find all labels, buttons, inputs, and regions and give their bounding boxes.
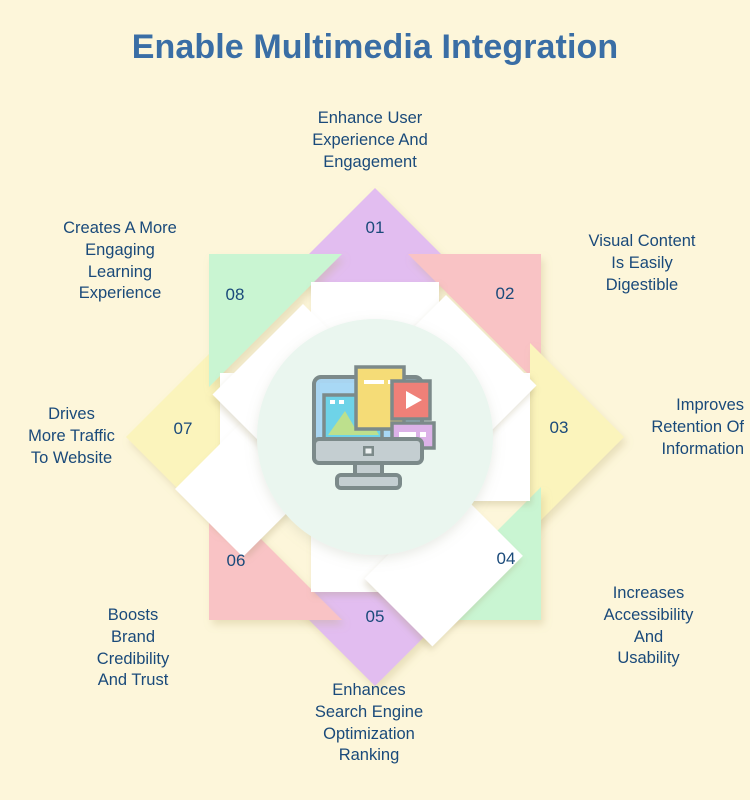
step-number-08: 08 (225, 285, 245, 304)
step-number-07: 07 (173, 419, 193, 438)
multimedia-monitor-icon (312, 365, 436, 490)
step-label-08: Creates A More Engaging Learning Experie… (63, 219, 177, 303)
step-number-03: 03 (549, 418, 569, 437)
step-number-04: 04 (496, 549, 516, 568)
step-label-03: Improves Retention Of Information (651, 396, 744, 458)
step-label-06: Boosts Brand Credibility And Trust (96, 606, 170, 690)
step-number-01: 01 (365, 218, 385, 237)
step-number-06: 06 (226, 551, 246, 570)
radial-star-diagram: 01 02 03 04 05 06 07 08 Enhance User Exp… (0, 0, 750, 800)
step-label-02: Visual Content Is Easily Digestible (588, 232, 696, 294)
step-number-05: 05 (365, 607, 385, 626)
step-label-01: Enhance User Experience And Engagement (312, 109, 428, 171)
step-number-02: 02 (495, 284, 515, 303)
step-label-05: Enhances Search Engine Optimization Rank… (314, 681, 424, 765)
step-label-04: Increases Accessibility And Usability (603, 584, 694, 668)
step-label-07: Drives More Traffic To Website (28, 405, 115, 467)
